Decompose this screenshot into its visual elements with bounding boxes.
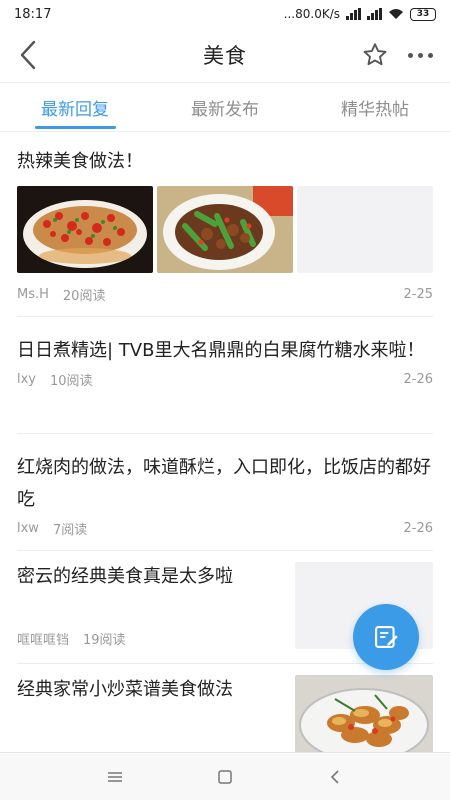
post-title: 经典家常小炒菜谱美食做法 (17, 679, 233, 700)
back-triangle-icon (330, 769, 339, 784)
more-dot-icon (417, 52, 423, 58)
post-author: Ms.H (17, 287, 49, 302)
post-read-count: 10阅读 (50, 374, 93, 389)
post-thumbnail[interactable] (295, 675, 433, 752)
more-options-button[interactable] (402, 40, 438, 70)
signal-icon (346, 8, 361, 20)
post-image[interactable] (157, 186, 293, 273)
post-meta: 哐哐哐铛 19阅读 (17, 629, 126, 648)
post-item[interactable]: 日日煮精选| TVB里大名鼎鼎的白果腐竹糖水来啦！ lxy 10阅读 2-26 (17, 317, 433, 434)
post-item[interactable]: 经典家常小炒菜谱美食做法 (17, 664, 433, 752)
post-item[interactable]: 红烧肉的做法，味道酥烂，入口即化，比饭店的都好吃 lxw 7阅读 2-26 (17, 434, 433, 551)
recent-apps-button[interactable] (85, 757, 145, 797)
post-author: 哐哐哐铛 (17, 633, 70, 648)
favorite-button[interactable] (358, 38, 392, 72)
chevron-left-icon (20, 40, 36, 70)
page-title: 美食 (203, 44, 247, 68)
post-title: 日日煮精选| TVB里大名鼎鼎的白果腐竹糖水来啦！ (17, 340, 425, 361)
post-title: 红烧肉的做法，味道酥烂，入口即化，比饭店的都好吃 (17, 457, 431, 510)
tab-latest-reply[interactable]: 最新回复 (0, 83, 150, 131)
post-images (17, 186, 433, 273)
post-image-placeholder (297, 186, 433, 273)
status-indicators: ...80.0K/s 33 (284, 7, 436, 21)
back-button[interactable] (8, 34, 48, 76)
home-button[interactable] (195, 757, 255, 797)
post-title: 热辣美食做法！ (17, 151, 143, 172)
star-icon (363, 43, 387, 66)
top-app-bar: 美食 (0, 28, 450, 82)
fried-dish-image (295, 675, 433, 752)
network-speed: ...80.0K/s (283, 7, 340, 21)
post-read-count: 19阅读 (83, 633, 126, 648)
wifi-icon (389, 9, 403, 19)
system-back-button[interactable] (305, 757, 365, 797)
post-meta: Ms.H 20阅读 2-25 (17, 285, 433, 304)
home-square-icon (218, 769, 232, 784)
signal-2-icon (367, 8, 382, 20)
post-date: 2-25 (403, 287, 433, 302)
post-read-count: 7阅读 (52, 523, 88, 538)
compose-post-button[interactable] (353, 604, 419, 670)
menu-icon (108, 771, 122, 782)
post-date: 2-26 (403, 521, 433, 536)
edit-icon (375, 626, 398, 648)
tab-featured-hot[interactable]: 精华热帖 (300, 83, 450, 131)
post-author: lxy (17, 372, 36, 387)
post-meta: lxw 7阅读 2-26 (17, 519, 433, 538)
status-bar: 18:17 ...80.0K/s 33 (0, 0, 450, 28)
post-item[interactable]: 热辣美食做法！ Ms.H 20阅读 2-25 (17, 132, 433, 317)
post-image[interactable] (17, 186, 153, 273)
status-time: 18:17 (14, 6, 52, 22)
post-author: lxw (17, 521, 39, 536)
fish-dish-image (17, 186, 153, 273)
more-dot-icon (407, 52, 413, 58)
post-read-count: 20阅读 (62, 289, 106, 304)
post-title: 密云的经典美食真是太多啦 (17, 566, 233, 587)
post-meta: lxy 10阅读 2-26 (17, 370, 433, 389)
tab-latest-post[interactable]: 最新发布 (150, 83, 300, 131)
more-dot-icon (427, 52, 433, 58)
stir-fry-dish-image (157, 186, 293, 273)
battery-icon: 33 (410, 7, 436, 21)
system-nav-bar (0, 752, 450, 800)
post-date: 2-26 (403, 372, 433, 387)
tab-bar: 最新回复 最新发布 精华热帖 (0, 83, 450, 131)
